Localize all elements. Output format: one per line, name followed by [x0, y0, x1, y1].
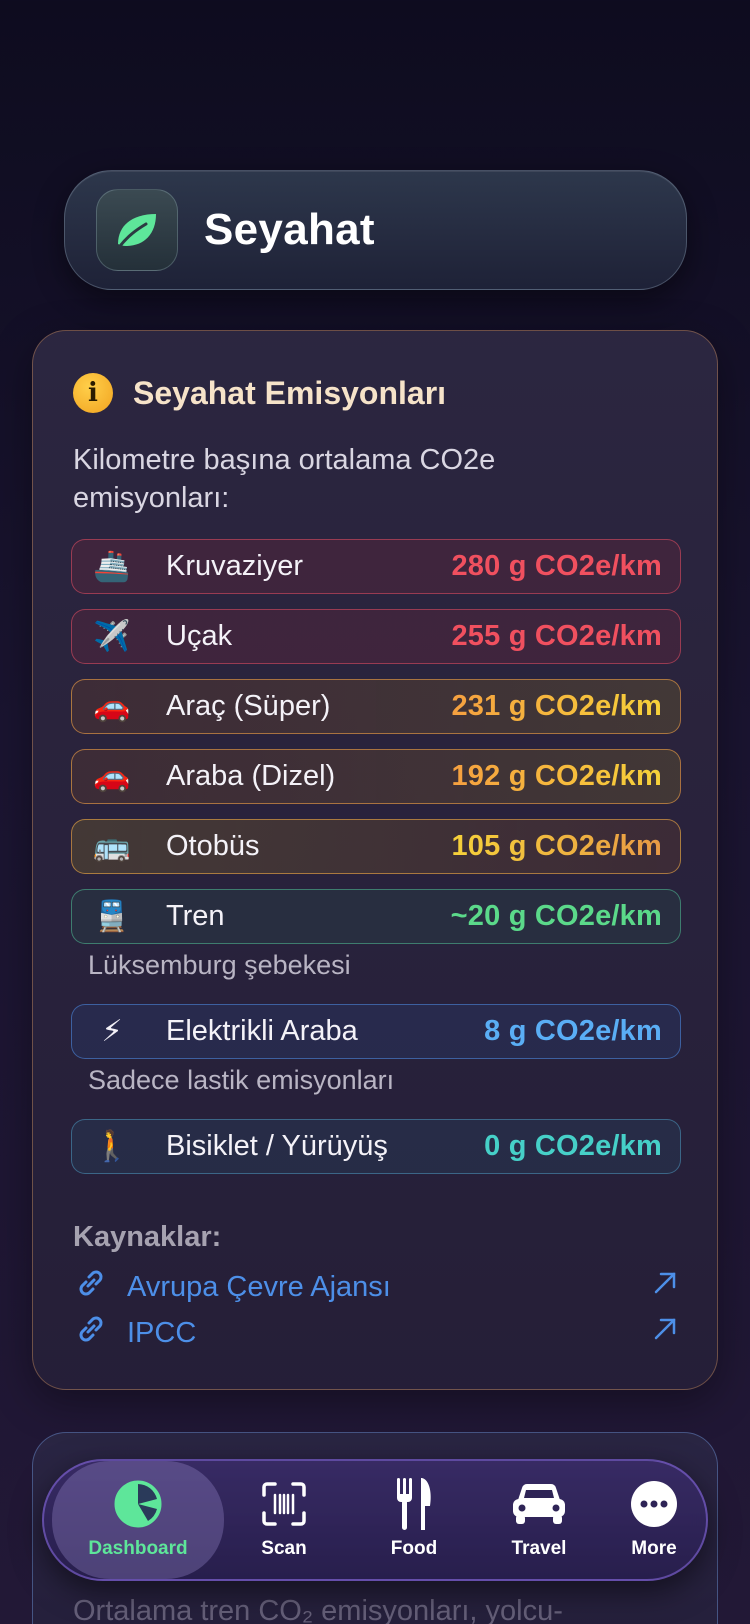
emission-value: 105 g CO2e/km: [451, 830, 662, 862]
link-icon: [73, 1311, 109, 1355]
emission-row-train: 🚆 Tren ~20 g CO2e/km: [71, 889, 681, 944]
emission-label: Uçak: [166, 620, 233, 652]
leaf-icon: [96, 189, 178, 271]
card-peek-text: Ortalama tren CO₂ emisyonları, yolcu-: [73, 1595, 563, 1624]
car-icon: 🚗: [93, 690, 131, 723]
emission-label: Bisiklet / Yürüyüş: [166, 1130, 388, 1162]
ship-icon: 🚢: [93, 550, 131, 583]
link-icon: [73, 1265, 109, 1309]
sources-heading: Kaynaklar:: [73, 1221, 222, 1253]
source-link-ipcc[interactable]: IPCC: [73, 1311, 679, 1355]
emission-row-bus: 🚌 Otobüs 105 g CO2e/km: [71, 819, 681, 874]
emission-label: Tren: [166, 900, 225, 932]
walking-icon: 🚶: [93, 1130, 131, 1163]
emission-row-cruise: 🚢 Kruvaziyer 280 g CO2e/km: [71, 539, 681, 594]
info-icon: i: [73, 373, 113, 413]
emission-value: 231 g CO2e/km: [451, 690, 662, 722]
emission-value: ~20 g CO2e/km: [450, 900, 662, 932]
emission-value: 192 g CO2e/km: [451, 760, 662, 792]
tab-scan[interactable]: Scan: [224, 1461, 344, 1579]
emission-note: Lüksemburg şebekesi: [88, 950, 351, 980]
source-link-eea[interactable]: Avrupa Çevre Ajansı: [73, 1265, 679, 1309]
emission-row-electric-car: ⚡ Elektrikli Araba 8 g CO2e/km: [71, 1004, 681, 1059]
train-icon: 🚆: [93, 900, 131, 933]
external-link-icon: [651, 1315, 679, 1351]
tab-label: More: [631, 1538, 677, 1559]
tab-more[interactable]: More: [604, 1461, 704, 1579]
source-label: IPCC: [127, 1316, 197, 1349]
emission-value: 280 g CO2e/km: [451, 550, 662, 582]
emission-note: Sadece lastik emisyonları: [88, 1065, 395, 1095]
emission-row-bike-walk: 🚶 Bisiklet / Yürüyüş 0 g CO2e/km: [71, 1119, 681, 1174]
bottom-tab-bar: Dashboard Scan Food Travel More: [42, 1459, 708, 1581]
tab-label: Food: [390, 1538, 438, 1559]
page-title: Seyahat: [204, 205, 375, 254]
emission-value: 8 g CO2e/km: [484, 1015, 662, 1047]
tab-label: Scan: [261, 1538, 307, 1559]
emission-label: Otobüs: [166, 830, 260, 862]
emission-list: 🚢 Kruvaziyer 280 g CO2e/km ✈️ Uçak 255 g…: [71, 539, 681, 1189]
emission-value: 255 g CO2e/km: [451, 620, 662, 652]
emission-label: Araba (Dizel): [166, 760, 336, 792]
emission-row-car-super: 🚗 Araç (Süper) 231 g CO2e/km: [71, 679, 681, 734]
more-icon: [630, 1480, 678, 1528]
fork-knife-icon: [394, 1478, 434, 1530]
tab-dashboard[interactable]: Dashboard: [52, 1461, 224, 1579]
emission-row-car-diesel: 🚗 Araba (Dizel) 192 g CO2e/km: [71, 749, 681, 804]
tab-label: Travel: [511, 1538, 567, 1559]
lightning-icon: ⚡: [101, 1015, 123, 1048]
emission-row-plane: ✈️ Uçak 255 g CO2e/km: [71, 609, 681, 664]
emission-label: Araç (Süper): [166, 690, 331, 722]
car-icon: [510, 1480, 568, 1528]
card-title: Seyahat Emisyonları: [133, 374, 447, 411]
external-link-icon: [651, 1269, 679, 1305]
page-header: Seyahat: [64, 170, 687, 290]
card-header: i Seyahat Emisyonları: [73, 373, 446, 413]
card-description: Kilometre başına ortalama CO2e emisyonla…: [73, 444, 496, 514]
tab-food[interactable]: Food: [354, 1461, 474, 1579]
barcode-scan-icon: [260, 1480, 308, 1528]
emission-label: Kruvaziyer: [166, 550, 303, 582]
tab-travel[interactable]: Travel: [474, 1461, 604, 1579]
travel-emissions-card: i Seyahat Emisyonları Kilometre başına o…: [32, 330, 718, 1390]
emission-value: 0 g CO2e/km: [484, 1130, 662, 1162]
tab-label: Dashboard: [88, 1538, 188, 1559]
bus-icon: 🚌: [93, 830, 131, 863]
source-label: Avrupa Çevre Ajansı: [127, 1270, 391, 1303]
pie-chart-icon: [114, 1480, 162, 1528]
emission-label: Elektrikli Araba: [166, 1015, 358, 1047]
airplane-icon: ✈️: [93, 620, 131, 653]
car-icon: 🚗: [93, 760, 131, 793]
